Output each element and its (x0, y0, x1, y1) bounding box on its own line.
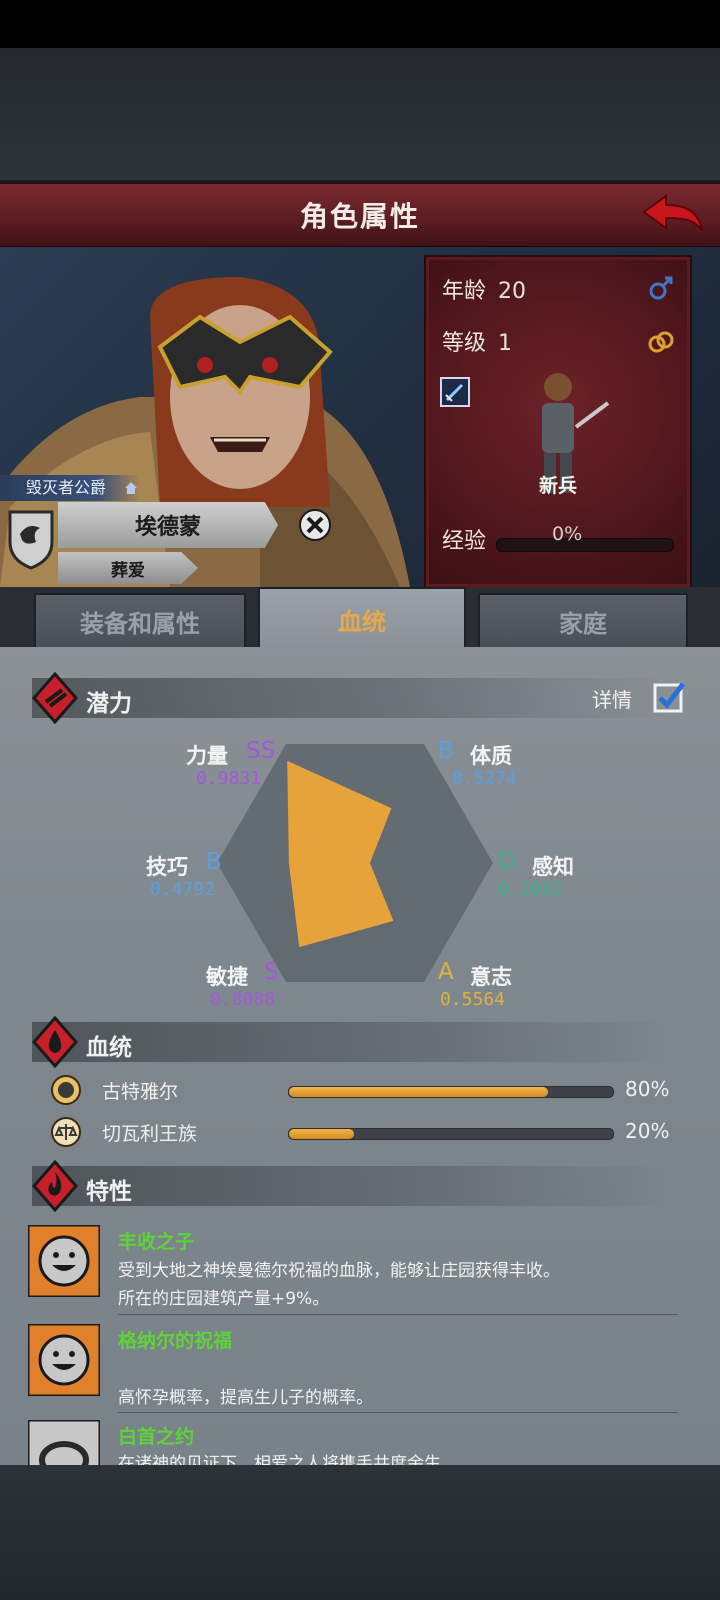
age-row: 年龄 20 (442, 273, 526, 305)
lineage-name: 切瓦利王族 (102, 1123, 198, 1145)
page-title: 角色属性 (299, 200, 420, 233)
title-bar: 角色属性 (0, 182, 720, 249)
level-value: 1 (498, 331, 513, 356)
lineage-percent: 20% (625, 1119, 670, 1143)
stat-strength-grade: SS (246, 738, 276, 764)
lineage-bar (288, 1086, 614, 1098)
level-row: 等级 1 (442, 325, 512, 357)
stat-perception-label: 感知 (532, 855, 574, 879)
trait-item[interactable]: 丰收之子 受到大地之神埃曼德尔祝福的血脉，能够让庄园获得丰收。 所在的庄园建筑产… (28, 1225, 688, 1313)
character-info-panel: 年龄 20 等级 1 新兵 经验 0% (424, 255, 692, 589)
stat-will-label: 意志 (470, 965, 512, 989)
tab-family[interactable]: 家庭 (478, 593, 688, 649)
lineage-fill (289, 1087, 549, 1097)
stat-skill-value: 0.4792 (150, 879, 216, 900)
stat-skill-grade: B (206, 849, 222, 875)
xp-label: 经验 (442, 529, 487, 554)
lineage-percent: 80% (625, 1077, 670, 1101)
trait-name: 格纳尔的祝福 (118, 1330, 233, 1352)
age-label: 年龄 (442, 279, 487, 304)
trait-name: 白首之约 (118, 1426, 195, 1448)
tab-equipment[interactable]: 装备和属性 (34, 593, 246, 649)
stat-perception-grade: D (498, 849, 516, 875)
character-name-plate: 埃德蒙 (58, 502, 278, 548)
ring-icon (28, 1420, 100, 1465)
stat-agility-value: 0.8088 (210, 989, 276, 1010)
family-crest-icon (8, 510, 54, 570)
detail-label: 详情 (592, 688, 632, 712)
divider (118, 1314, 678, 1315)
trait-item[interactable]: 白首之约 在诸神的见证下，相爱之人将携手共度余生。 (28, 1420, 688, 1465)
spouse-name: 葬爱 (111, 560, 145, 581)
status-bar-area (0, 0, 720, 48)
male-icon (649, 276, 673, 300)
lineage-item: 切瓦利王族 20% (50, 1116, 690, 1150)
stat-constitution-grade: B (438, 738, 454, 764)
stat-strength-value: 0.9831 (196, 768, 262, 789)
lineage-bar (288, 1128, 614, 1140)
lineage-fill (289, 1129, 354, 1139)
trait-description: 在诸神的见证下，相爱之人将携手共度余生。 (118, 1454, 458, 1465)
bottom-backdrop (0, 1465, 720, 1600)
stat-will-grade: A (438, 959, 454, 985)
spouse-name-plate: 葬爱 (58, 552, 198, 584)
stat-strength-label: 力量 (186, 744, 228, 768)
lineage-header: 血统 (32, 1016, 672, 1068)
rank-label: 新兵 (538, 475, 577, 497)
traits-title: 特性 (86, 1179, 132, 1205)
house-icon (125, 482, 137, 494)
lineage-title: 血统 (86, 1035, 132, 1061)
blood-drop-icon (32, 1016, 78, 1068)
sun-face-icon (28, 1324, 100, 1396)
character-name: 埃德蒙 (134, 515, 201, 540)
detail-checkbox[interactable] (652, 680, 686, 714)
potential-icon (32, 672, 78, 724)
stat-constitution-label: 体质 (470, 744, 512, 768)
trait-effect: 所在的庄园建筑产量+9%。 (118, 1289, 330, 1309)
lineage-item: 古特雅尔 80% (50, 1074, 690, 1108)
tab-lineage[interactable]: 血统 (258, 587, 466, 649)
trait-effect: 高怀孕概率，提高生儿子的概率。 (118, 1388, 373, 1408)
gutyar-emblem-icon (51, 1075, 81, 1105)
sword-class-icon (440, 377, 470, 407)
trait-item[interactable]: 格纳尔的祝福 高怀孕概率，提高生儿子的概率。 (28, 1324, 688, 1412)
flame-icon (32, 1160, 78, 1212)
level-label: 等级 (442, 331, 487, 356)
top-backdrop (0, 48, 720, 180)
stat-constitution-value: 0.5274 (452, 768, 518, 789)
chevalier-scales-icon (51, 1117, 81, 1147)
noble-title-tag: 毁灭者公爵 (0, 475, 140, 501)
stat-agility-grade: S (264, 959, 279, 985)
stat-agility-label: 敏捷 (206, 965, 248, 989)
lineage-name: 古特雅尔 (102, 1081, 179, 1103)
close-icon[interactable] (298, 508, 332, 542)
xp-bar (496, 538, 674, 552)
traits-header: 特性 (32, 1160, 672, 1212)
sun-face-icon (28, 1225, 100, 1297)
stat-will-value: 0.5564 (440, 989, 506, 1010)
tab-bar: 装备和属性 血统 家庭 (0, 587, 720, 649)
noble-title: 毁灭者公爵 (26, 478, 107, 497)
back-arrow-icon[interactable] (640, 190, 706, 238)
divider (118, 1412, 678, 1413)
stat-skill-label: 技巧 (146, 855, 188, 879)
stat-perception-value: 0.1082 (498, 879, 564, 900)
trait-description: 受到大地之神埃曼德尔祝福的血脉，能够让庄园获得丰收。 (118, 1261, 560, 1281)
rings-icon (648, 331, 674, 353)
potential-header: 潜力 (32, 672, 672, 724)
potential-title: 潜力 (86, 691, 132, 717)
age-value: 20 (498, 279, 527, 304)
trait-name: 丰收之子 (118, 1231, 195, 1253)
xp-value: 0% (552, 523, 583, 545)
